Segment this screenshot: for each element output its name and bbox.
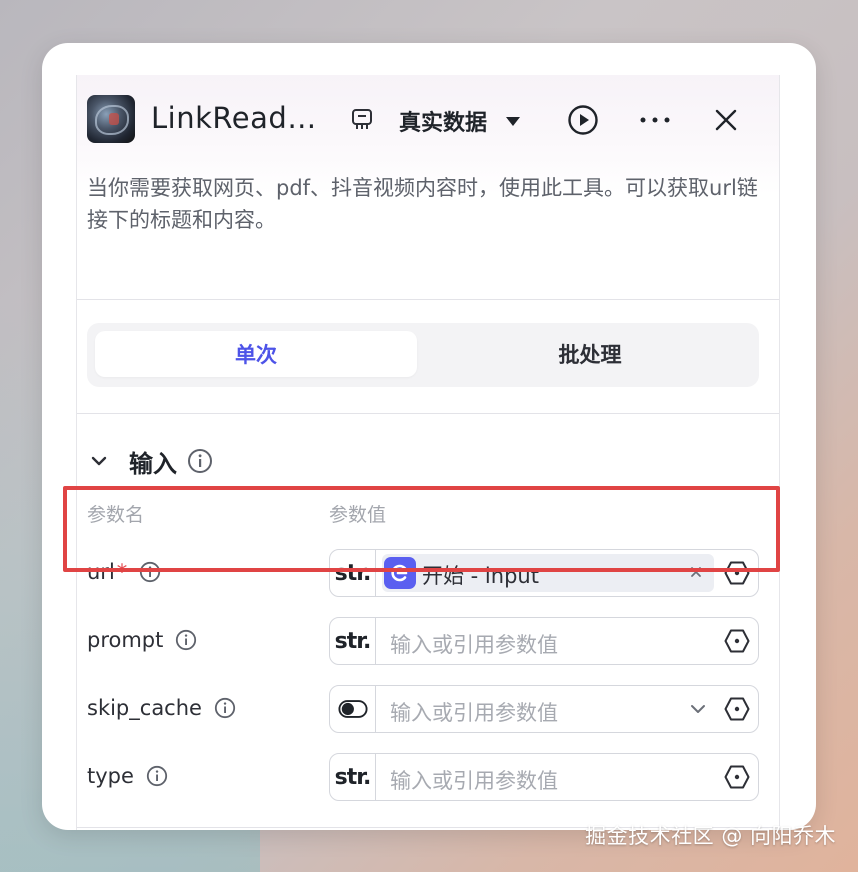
input-placeholder[interactable]: 输入或引用参数值 [390, 629, 558, 659]
watermark: 掘金技术社区 @ 向阳乔木 [585, 824, 836, 848]
chevron-down-icon[interactable] [87, 449, 111, 473]
boolean-type-tag [330, 686, 376, 732]
more-icon[interactable] [637, 107, 673, 133]
close-icon[interactable] [711, 105, 741, 135]
type-tag: str. [330, 754, 376, 800]
param-field-type[interactable]: str. 输入或引用参数值 [329, 753, 759, 801]
section-title: 输入 [129, 449, 177, 478]
database-icon[interactable] [349, 107, 375, 133]
node-panel: LinkRead… 真实数据 当你需要获取网页、pdf、抖音视频内容时，使用此工… [76, 75, 780, 830]
param-name: prompt [87, 628, 164, 652]
param-label-skip-cache: skip_cache [87, 693, 236, 723]
param-field-prompt[interactable]: str. 输入或引用参数值 [329, 617, 759, 665]
param-field-skip-cache[interactable]: 输入或引用参数值 [329, 685, 759, 733]
tool-description: 当你需要获取网页、pdf、抖音视频内容时，使用此工具。可以获取url链接下的标题… [87, 176, 758, 232]
divider [77, 413, 779, 414]
divider [77, 299, 779, 300]
param-name: skip_cache [87, 696, 202, 720]
info-icon[interactable] [214, 697, 236, 719]
tab-batch[interactable]: 批处理 [429, 331, 751, 377]
annotation-highlight-box [63, 486, 780, 572]
info-icon[interactable] [146, 765, 168, 787]
type-tag: str. [330, 618, 376, 664]
node-title[interactable]: LinkRead… [151, 101, 317, 135]
variable-icon[interactable] [724, 764, 750, 790]
input-placeholder[interactable]: 输入或引用参数值 [390, 697, 558, 727]
dataset-selector[interactable]: 真实数据 [399, 105, 487, 137]
tool-avatar [87, 95, 135, 143]
caret-down-icon[interactable] [503, 111, 523, 131]
info-icon[interactable] [187, 448, 213, 474]
tab-single[interactable]: 单次 [95, 331, 417, 377]
variable-icon[interactable] [724, 696, 750, 722]
param-name: type [87, 764, 134, 788]
variable-icon[interactable] [724, 628, 750, 654]
play-circle-icon[interactable] [565, 102, 601, 138]
param-label-type: type [87, 761, 168, 791]
chevron-down-icon[interactable] [688, 699, 708, 719]
input-placeholder[interactable]: 输入或引用参数值 [390, 765, 558, 795]
info-icon[interactable] [175, 629, 197, 651]
toggle-icon [337, 700, 368, 718]
mode-tabs: 单次 批处理 [87, 323, 759, 387]
tool-node-card: LinkRead… 真实数据 当你需要获取网页、pdf、抖音视频内容时，使用此工… [42, 43, 816, 830]
inputs-section-header: 输入 [87, 445, 213, 478]
param-label-prompt: prompt [87, 625, 197, 655]
